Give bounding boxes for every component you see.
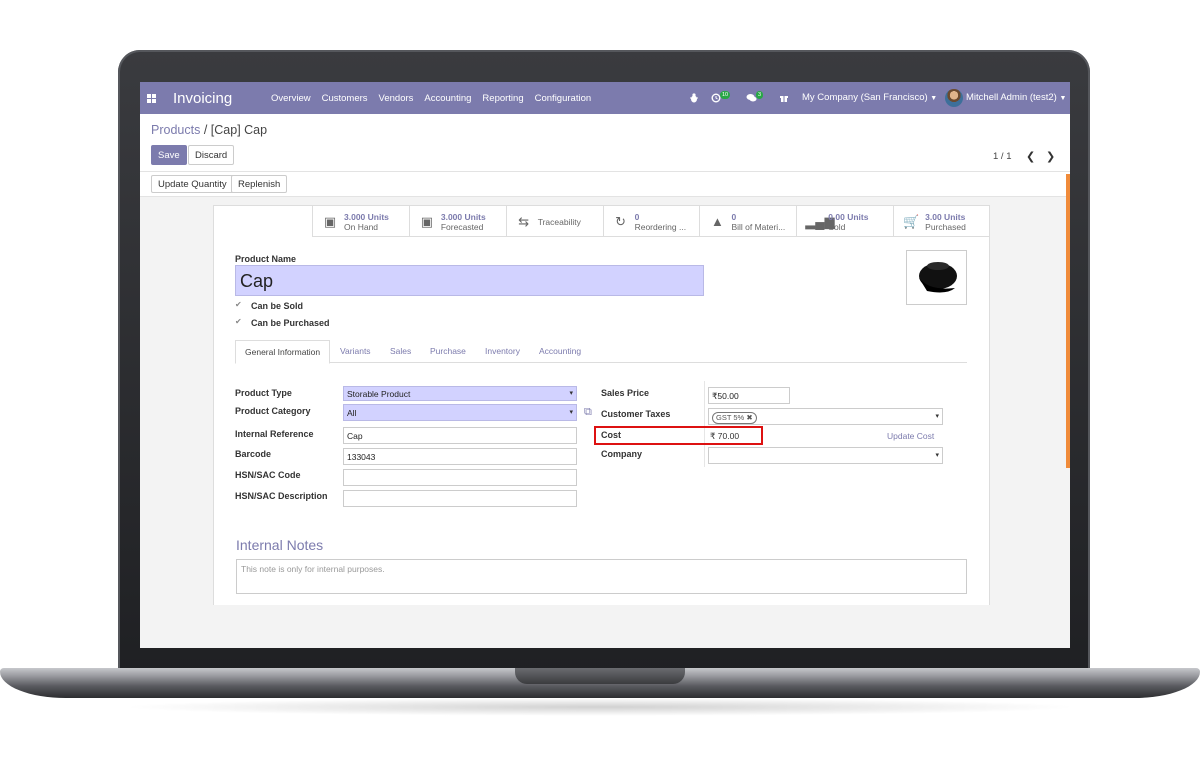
menu-item-configuration[interactable]: Configuration <box>535 93 592 104</box>
external-link-icon[interactable]: ⧉ <box>584 406 592 419</box>
cubes-icon: ▣ <box>420 214 433 229</box>
company-select[interactable]: ▾ <box>708 447 943 464</box>
cost-highlight-box <box>594 426 763 445</box>
chevron-down-icon: ▾ <box>569 390 573 397</box>
menu-item-accounting[interactable]: Accounting <box>424 93 471 104</box>
customer-taxes-label: Customer Taxes <box>601 409 671 419</box>
form-sheet: ▣ 3.000 Units On Hand ▣ 3.000 Units Fore… <box>213 205 990 648</box>
page-footer-area <box>140 605 1070 648</box>
product-type-label: Product Type <box>235 388 292 398</box>
can-be-purchased-checkbox[interactable]: ✔ <box>235 317 242 326</box>
laptop-notch <box>515 668 685 684</box>
cubes-icon: ▣ <box>323 214 337 229</box>
company-name: My Company (San Francisco) <box>802 92 928 103</box>
laptop-shadow <box>120 698 1080 716</box>
tax-tag[interactable]: GST 5% ✖ <box>712 412 757 424</box>
avatar[interactable] <box>945 89 963 107</box>
product-type-select[interactable]: Storable Product ▾ <box>343 386 577 401</box>
hsn-code-input[interactable] <box>343 469 577 486</box>
internal-notes-textarea[interactable]: This note is only for internal purposes. <box>236 559 967 594</box>
smart-button-box: ▣ 3.000 Units On Hand ▣ 3.000 Units Fore… <box>312 206 990 237</box>
pager-next-icon[interactable]: ❯ <box>1046 150 1055 163</box>
tab-purchase[interactable]: Purchase <box>430 346 466 356</box>
smart-button-forecasted[interactable]: ▣ 3.000 Units Forecasted <box>408 206 506 237</box>
column-separator <box>704 381 705 467</box>
internal-reference-label: Internal Reference <box>235 429 314 439</box>
app-title: Invoicing <box>173 90 233 107</box>
tab-accounting[interactable]: Accounting <box>539 346 581 356</box>
company-switcher[interactable]: My Company (San Francisco) ▼ <box>802 82 937 114</box>
update-cost-link[interactable]: Update Cost <box>887 431 934 441</box>
close-icon[interactable]: ✖ <box>746 413 752 422</box>
action-bar: Update Quantity Replenish <box>140 172 1070 197</box>
breadcrumb-current: [Cap] Cap <box>210 123 268 137</box>
exchange-icon: ⇆ <box>518 214 530 229</box>
hsn-code-label: HSN/SAC Code <box>235 470 301 480</box>
flask-icon: ▲ <box>711 214 724 229</box>
tab-variants[interactable]: Variants <box>340 346 371 356</box>
barcode-input[interactable]: 133043 <box>343 448 577 465</box>
tab-general-information[interactable]: General Information <box>235 340 331 364</box>
product-name-input[interactable]: Cap <box>235 265 704 296</box>
user-name: Mitchell Admin (test2) <box>966 92 1057 103</box>
smart-button-sold[interactable]: ▂▄▆ 0.00 Units Sold <box>796 206 893 237</box>
breadcrumb: Products / [Cap] Cap <box>151 123 267 137</box>
can-be-sold-label: Can be Sold <box>251 301 304 311</box>
smart-button-reordering[interactable]: ↻ 0 Reordering ... <box>602 206 700 237</box>
smart-button-on-hand[interactable]: ▣ 3.000 Units On Hand <box>312 206 409 237</box>
main-menu: Overview Customers Vendors Accounting Re… <box>271 93 602 104</box>
pager-value[interactable]: 1 / 1 <box>993 151 1012 162</box>
user-menu[interactable]: Mitchell Admin (test2) ▼ <box>966 82 1066 114</box>
internal-reference-input[interactable]: Cap <box>343 427 577 444</box>
product-category-label: Product Category <box>235 406 311 416</box>
smart-button-traceability[interactable]: ⇆ Traceability <box>505 206 603 237</box>
product-image[interactable] <box>906 250 967 305</box>
product-category-select[interactable]: All ▾ <box>343 404 577 421</box>
can-be-purchased-label: Can be Purchased <box>251 318 330 328</box>
shopping-cart-icon: 🛒 <box>903 214 920 229</box>
chevron-down-icon: ▼ <box>1059 95 1067 102</box>
smart-button-bom[interactable]: ▲ 0 Bill of Materi... <box>699 206 796 237</box>
internal-notes-title: Internal Notes <box>236 537 324 553</box>
sales-price-label: Sales Price <box>601 388 650 398</box>
top-navbar: Invoicing Overview Customers Vendors Acc… <box>140 82 1070 114</box>
hsn-description-input[interactable] <box>343 490 577 507</box>
pager-previous-icon[interactable]: ❮ <box>1026 150 1035 163</box>
breadcrumb-separator: / <box>203 123 208 137</box>
menu-item-reporting[interactable]: Reporting <box>482 93 523 104</box>
tab-inventory[interactable]: Inventory <box>485 346 520 356</box>
customer-taxes-input[interactable]: GST 5% ✖ ▾ <box>708 408 943 425</box>
scrollbar[interactable] <box>1066 174 1070 468</box>
update-quantity-button[interactable]: Update Quantity <box>151 175 234 193</box>
tab-sales[interactable]: Sales <box>390 346 411 356</box>
chevron-down-icon: ▾ <box>935 452 939 459</box>
discard-button[interactable]: Discard <box>188 145 235 165</box>
company-label: Company <box>601 449 643 459</box>
messages-count-badge: 3 <box>756 91 764 99</box>
breadcrumb-products-link[interactable]: Products <box>151 123 200 137</box>
apps-menu-icon[interactable] <box>147 94 156 103</box>
save-button[interactable]: Save <box>151 145 187 165</box>
product-name-label: Product Name <box>235 254 297 264</box>
chevron-down-icon: ▾ <box>569 409 573 416</box>
control-panel: Products / [Cap] Cap Save Discard 1 / 1 … <box>140 114 1070 172</box>
chevron-down-icon: ▾ <box>935 413 939 420</box>
screen: Invoicing Overview Customers Vendors Acc… <box>140 82 1070 648</box>
sales-price-input[interactable]: ₹50.00 <box>708 387 790 404</box>
signal-icon: ▂▄▆ <box>805 214 835 229</box>
refresh-icon: ↻ <box>615 214 627 229</box>
menu-item-vendors[interactable]: Vendors <box>379 93 414 104</box>
smart-button-purchased[interactable]: 🛒 3.00 Units Purchased <box>893 206 990 237</box>
menu-item-overview[interactable]: Overview <box>271 93 311 104</box>
can-be-sold-checkbox[interactable]: ✔ <box>235 300 242 309</box>
chevron-down-icon: ▼ <box>930 95 938 102</box>
barcode-label: Barcode <box>235 449 272 459</box>
notebook-tabs: General Information Variants Sales Purch… <box>235 340 967 364</box>
menu-item-customers[interactable]: Customers <box>322 93 368 104</box>
replenish-button[interactable]: Replenish <box>231 175 288 193</box>
hsn-description-label: HSN/SAC Description <box>235 491 328 501</box>
activity-count-badge: 10 <box>720 91 731 99</box>
